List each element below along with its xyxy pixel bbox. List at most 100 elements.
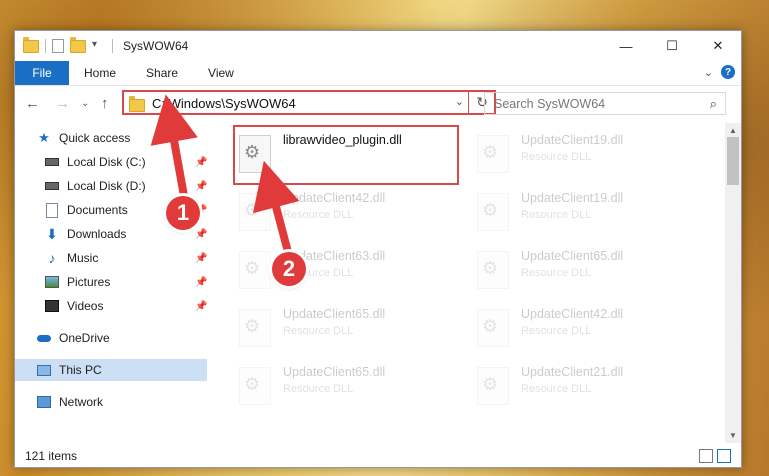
file-item[interactable]: UpdateClient19.dll Resource DLL (473, 129, 693, 175)
dll-file-icon (477, 135, 509, 173)
search-icon: ⌕ (709, 96, 717, 111)
file-item[interactable]: UpdateClient63.dll Resource DLL (235, 245, 455, 291)
file-item[interactable]: UpdateClient42.dll Resource DLL (235, 187, 455, 233)
tab-file[interactable]: File (15, 61, 69, 85)
tab-share[interactable]: Share (131, 66, 193, 80)
quick-access-toolbar: ▾ (23, 36, 113, 53)
search-box[interactable]: Search SysWOW64 ⌕ (484, 92, 726, 115)
pin-icon[interactable]: 📌 (195, 277, 207, 288)
sidebar-item-label: Music (67, 251, 99, 265)
address-dropdown-icon[interactable]: ⌄ (455, 95, 464, 108)
window-title: SysWOW64 (123, 39, 189, 53)
file-type: Resource DLL (521, 325, 592, 337)
file-name: UpdateClient19.dll (521, 191, 624, 205)
dll-file-icon (477, 367, 509, 405)
network-icon (37, 395, 51, 409)
dll-file-icon (477, 193, 509, 231)
tab-view[interactable]: View (193, 66, 249, 80)
ribbon-collapse-icon[interactable]: ⌄ (704, 66, 713, 79)
folder-icon (23, 36, 39, 53)
sidebar-item-label: OneDrive (59, 331, 110, 345)
file-type: Resource DLL (521, 267, 592, 279)
large-icons-view-icon[interactable] (717, 449, 731, 463)
file-type: Resource DLL (521, 383, 592, 395)
address-path[interactable]: C:\Windows\SysWOW64 (152, 96, 296, 111)
up-button[interactable]: ↑ (101, 95, 109, 112)
callout-1: 1 (166, 196, 200, 230)
dll-file-icon (239, 251, 271, 289)
help-icon[interactable]: ? (721, 65, 735, 79)
drive-icon (45, 155, 59, 169)
file-type: Resource DLL (283, 325, 354, 337)
ribbon-tabs: File Home Share View ⌄ ? (15, 61, 741, 86)
file-name: UpdateClient65.dll (521, 249, 624, 263)
pin-icon[interactable]: 📌 (195, 181, 207, 192)
pictures-icon (45, 275, 59, 289)
window-controls: — ☐ ✕ (603, 31, 741, 61)
file-item[interactable]: UpdateClient19.dll Resource DLL (473, 187, 693, 233)
dll-file-icon (477, 251, 509, 289)
sidebar-item-label: Pictures (67, 275, 111, 289)
sidebar-item-local-disk-d[interactable]: Local Disk (D:) 📌 (15, 175, 207, 197)
properties-icon[interactable] (52, 39, 64, 53)
customize-toolbar-icon[interactable]: ▾ (92, 39, 106, 53)
separator (112, 39, 113, 53)
file-item[interactable]: UpdateClient65.dll Resource DLL (473, 245, 693, 291)
sidebar-item-onedrive[interactable]: OneDrive (15, 327, 207, 349)
vertical-scrollbar[interactable]: ▲ ▼ (725, 123, 741, 443)
sidebar-item-pictures[interactable]: Pictures 📌 (15, 271, 207, 293)
sidebar-item-network[interactable]: Network (15, 391, 207, 413)
file-item[interactable]: UpdateClient65.dll Resource DLL (235, 361, 455, 407)
computer-icon (37, 363, 51, 377)
file-item[interactable]: UpdateClient65.dll Resource DLL (235, 303, 455, 349)
file-item[interactable]: UpdateClient21.dll Resource DLL (473, 361, 693, 407)
scroll-down-icon[interactable]: ▼ (729, 431, 737, 440)
file-type: Resource DLL (283, 209, 354, 221)
dll-file-icon (477, 309, 509, 347)
file-name: UpdateClient42.dll (521, 307, 624, 321)
back-button[interactable]: ← (25, 95, 40, 112)
onedrive-icon (37, 331, 51, 345)
address-divider (468, 92, 469, 113)
sidebar-item-music[interactable]: ♪ Music 📌 (15, 247, 208, 269)
new-folder-icon[interactable] (70, 36, 86, 53)
close-button[interactable]: ✕ (695, 31, 741, 61)
pin-icon[interactable]: 📌 (195, 229, 207, 240)
maximize-button[interactable]: ☐ (649, 31, 695, 61)
view-switcher (699, 449, 731, 463)
file-name: UpdateClient42.dll (283, 191, 386, 205)
file-item[interactable]: UpdateClient42.dll Resource DLL (473, 303, 693, 349)
file-name: UpdateClient21.dll (521, 365, 624, 379)
videos-icon (45, 299, 59, 313)
dll-file-icon (239, 193, 271, 231)
pin-icon[interactable]: 📌 (195, 157, 207, 168)
dll-file-icon (239, 367, 271, 405)
sidebar-item-videos[interactable]: Videos 📌 (15, 295, 207, 317)
sidebar-item-label: Local Disk (C:) (67, 155, 146, 169)
scroll-up-icon[interactable]: ▲ (729, 126, 737, 135)
search-input[interactable]: Search SysWOW64 (494, 97, 605, 111)
tab-home[interactable]: Home (69, 66, 131, 80)
minimize-button[interactable]: — (603, 31, 649, 61)
sidebar-item-quick-access[interactable]: ★ Quick access (15, 127, 207, 149)
file-name: UpdateClient19.dll (521, 133, 624, 147)
file-highlight-box (233, 125, 459, 185)
address-bar[interactable]: C:\Windows\SysWOW64 ⌄ ↻ (122, 90, 496, 115)
music-icon: ♪ (48, 250, 56, 266)
downloads-icon: ⬇ (46, 225, 58, 242)
file-name: UpdateClient65.dll (283, 307, 386, 321)
recent-locations-button[interactable]: ⌄ (81, 98, 89, 109)
sidebar-item-local-disk-c[interactable]: Local Disk (C:) 📌 (15, 151, 207, 173)
scrollbar-thumb[interactable] (727, 137, 739, 185)
sidebar-item-label: Downloads (67, 227, 127, 241)
item-count: 121 items (25, 449, 78, 463)
pin-icon[interactable]: 📌 (195, 301, 207, 312)
sidebar-item-label: Quick access (59, 131, 131, 145)
forward-button[interactable]: → (55, 95, 70, 112)
details-view-icon[interactable] (699, 449, 713, 463)
pin-icon[interactable]: 📌 (195, 253, 207, 264)
star-icon: ★ (38, 130, 50, 145)
sidebar-item-this-pc[interactable]: This PC (15, 359, 207, 381)
ribbon-right: ⌄ ? (704, 65, 735, 79)
sidebar-item-label: Videos (67, 299, 104, 313)
